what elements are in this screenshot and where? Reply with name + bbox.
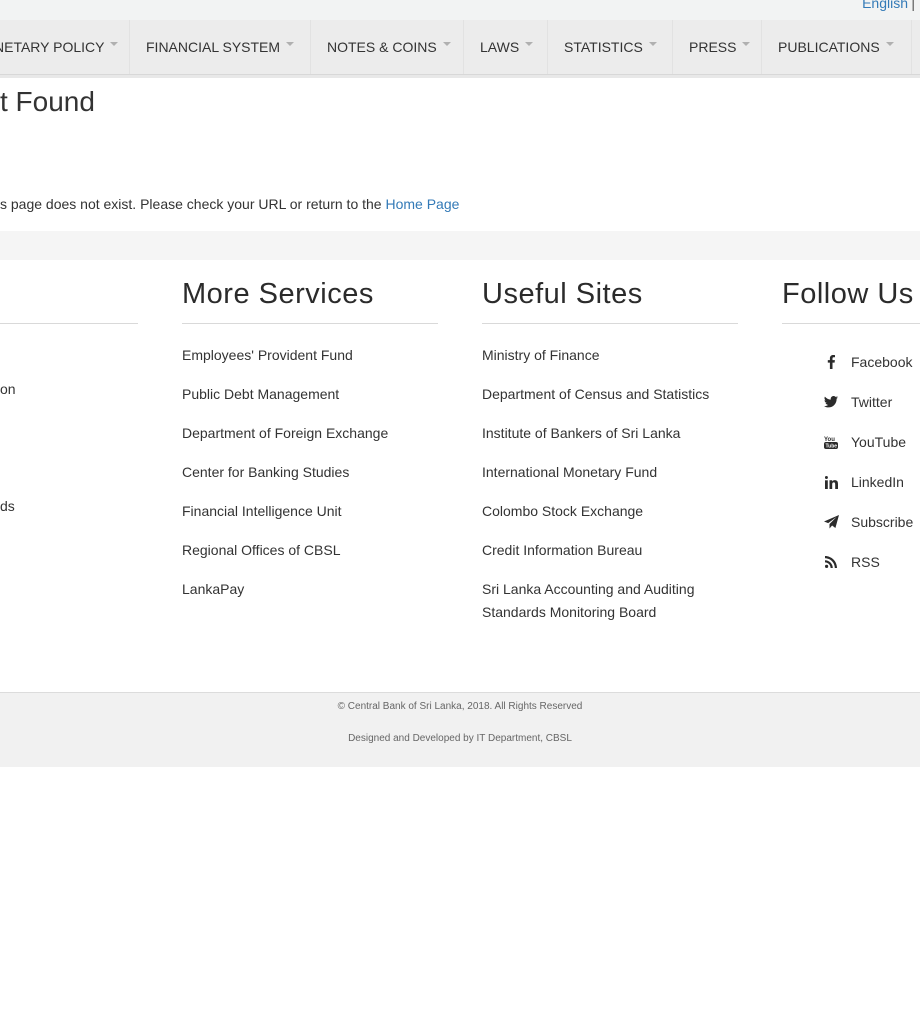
more-services-link[interactable]: Regional Offices of CBSL bbox=[182, 539, 438, 562]
footer-col-rule bbox=[482, 323, 738, 324]
paper-plane-icon bbox=[823, 514, 839, 530]
content-separator-strip bbox=[0, 231, 920, 260]
rss-icon bbox=[823, 554, 839, 570]
nav-item-statistics[interactable]: STATISTICS bbox=[564, 20, 657, 74]
nav-item-label: STATISTICS bbox=[564, 39, 643, 55]
useful-site-link[interactable]: Institute of Bankers of Sri Lanka bbox=[482, 422, 738, 445]
nav-divider bbox=[463, 20, 464, 74]
nav-item-label: PUBLICATIONS bbox=[778, 39, 880, 55]
youtube-icon: You Tube bbox=[823, 434, 839, 450]
more-services-link[interactable]: LankaPay bbox=[182, 578, 438, 601]
caret-down-icon bbox=[648, 42, 657, 46]
more-services-link[interactable]: Public Debt Management bbox=[182, 383, 438, 406]
nav-item-label: PRESS bbox=[689, 39, 737, 55]
twitter-icon bbox=[823, 394, 839, 410]
nav-item-label: NETARY POLICY bbox=[0, 39, 105, 55]
nav-item-financial-system[interactable]: FINANCIAL SYSTEM bbox=[146, 20, 295, 74]
useful-site-link[interactable]: Ministry of Finance bbox=[482, 344, 738, 367]
more-services-link[interactable]: Center for Banking Studies bbox=[182, 461, 438, 484]
nav-item-label: FINANCIAL SYSTEM bbox=[146, 39, 281, 55]
caret-down-icon bbox=[442, 42, 451, 46]
nav-divider bbox=[672, 20, 673, 74]
social-link-subscribe[interactable]: Subscribe bbox=[822, 502, 913, 542]
credits-text: Designed and Developed by IT Department,… bbox=[348, 733, 572, 744]
social-links-list: Facebook Twitter You Tube YouTube LinkedI… bbox=[822, 342, 913, 582]
follow-us-title: Follow Us bbox=[782, 278, 914, 310]
footer-col-rule bbox=[0, 323, 138, 324]
nav-item-label: NOTES & COINS bbox=[327, 39, 437, 55]
more-services-list: Employees' Provident Fund Public Debt Ma… bbox=[182, 344, 438, 617]
language-bar: English | bbox=[0, 0, 920, 20]
linkedin-icon bbox=[823, 474, 839, 490]
nav-item-notes-coins[interactable]: NOTES & COINS bbox=[327, 20, 451, 74]
error-message-text: s page does not exist. Please check your… bbox=[0, 196, 386, 212]
footer-partial-link[interactable]: ds bbox=[0, 498, 15, 514]
nav-divider bbox=[129, 20, 130, 74]
footer-bottom-bar: © Central Bank of Sri Lanka, 2018. All R… bbox=[0, 692, 920, 767]
home-page-link[interactable]: Home Page bbox=[385, 196, 459, 212]
social-link-twitter[interactable]: Twitter bbox=[822, 382, 913, 422]
social-link-label: Facebook bbox=[851, 354, 913, 370]
copyright-text: © Central Bank of Sri Lanka, 2018. All R… bbox=[337, 701, 583, 712]
nav-item-monetary-policy[interactable]: NETARY POLICY bbox=[0, 20, 119, 74]
footer-partial-link[interactable]: on bbox=[0, 381, 16, 397]
caret-down-icon bbox=[742, 42, 751, 46]
main-nav: NETARY POLICY FINANCIAL SYSTEM NOTES & C… bbox=[0, 20, 920, 75]
language-english-link[interactable]: English bbox=[862, 0, 908, 11]
useful-site-link[interactable]: Credit Information Bureau bbox=[482, 539, 738, 562]
caret-down-icon bbox=[286, 42, 295, 46]
useful-site-link[interactable]: Sri Lanka Accounting and Auditing Standa… bbox=[482, 578, 738, 624]
useful-site-link[interactable]: Colombo Stock Exchange bbox=[482, 500, 738, 523]
useful-sites-title: Useful Sites bbox=[482, 278, 643, 310]
social-link-facebook[interactable]: Facebook bbox=[822, 342, 913, 382]
nav-item-label: LAWS bbox=[480, 39, 520, 55]
more-services-link[interactable]: Employees' Provident Fund bbox=[182, 344, 438, 367]
nav-divider bbox=[547, 20, 548, 74]
nav-item-laws[interactable]: LAWS bbox=[480, 20, 534, 74]
footer: on ds More Services Employees' Provident… bbox=[0, 260, 920, 767]
social-link-label: Subscribe bbox=[851, 514, 914, 530]
more-services-title: More Services bbox=[182, 278, 374, 310]
page-title: t Found bbox=[0, 86, 95, 117]
caret-down-icon bbox=[885, 42, 894, 46]
more-services-link[interactable]: Department of Foreign Exchange bbox=[182, 422, 438, 445]
footer-col-rule bbox=[182, 323, 438, 324]
error-message: s page does not exist. Please check your… bbox=[0, 196, 459, 212]
nav-bottom-border bbox=[0, 75, 920, 78]
language-separator: | bbox=[911, 0, 915, 11]
social-link-youtube[interactable]: You Tube YouTube bbox=[822, 422, 913, 462]
nav-divider bbox=[761, 20, 762, 74]
more-services-link[interactable]: Financial Intelligence Unit bbox=[182, 500, 438, 523]
caret-down-icon bbox=[525, 42, 534, 46]
footer-col-rule bbox=[782, 323, 920, 324]
social-link-label: LinkedIn bbox=[851, 474, 904, 490]
social-link-rss[interactable]: RSS bbox=[822, 542, 913, 582]
nav-item-publications[interactable]: PUBLICATIONS bbox=[778, 20, 894, 74]
useful-sites-list: Ministry of Finance Department of Census… bbox=[482, 344, 738, 640]
facebook-icon bbox=[823, 354, 839, 370]
social-link-linkedin[interactable]: LinkedIn bbox=[822, 462, 913, 502]
svg-text:Tube: Tube bbox=[826, 444, 838, 450]
nav-item-press[interactable]: PRESS bbox=[689, 20, 751, 74]
caret-down-icon bbox=[110, 42, 119, 46]
useful-site-link[interactable]: Department of Census and Statistics bbox=[482, 383, 738, 406]
social-link-label: Twitter bbox=[851, 394, 893, 410]
nav-divider bbox=[911, 20, 912, 74]
social-link-label: RSS bbox=[851, 554, 880, 570]
nav-divider bbox=[310, 20, 311, 74]
useful-site-link[interactable]: International Monetary Fund bbox=[482, 461, 738, 484]
social-link-label: YouTube bbox=[851, 434, 907, 450]
